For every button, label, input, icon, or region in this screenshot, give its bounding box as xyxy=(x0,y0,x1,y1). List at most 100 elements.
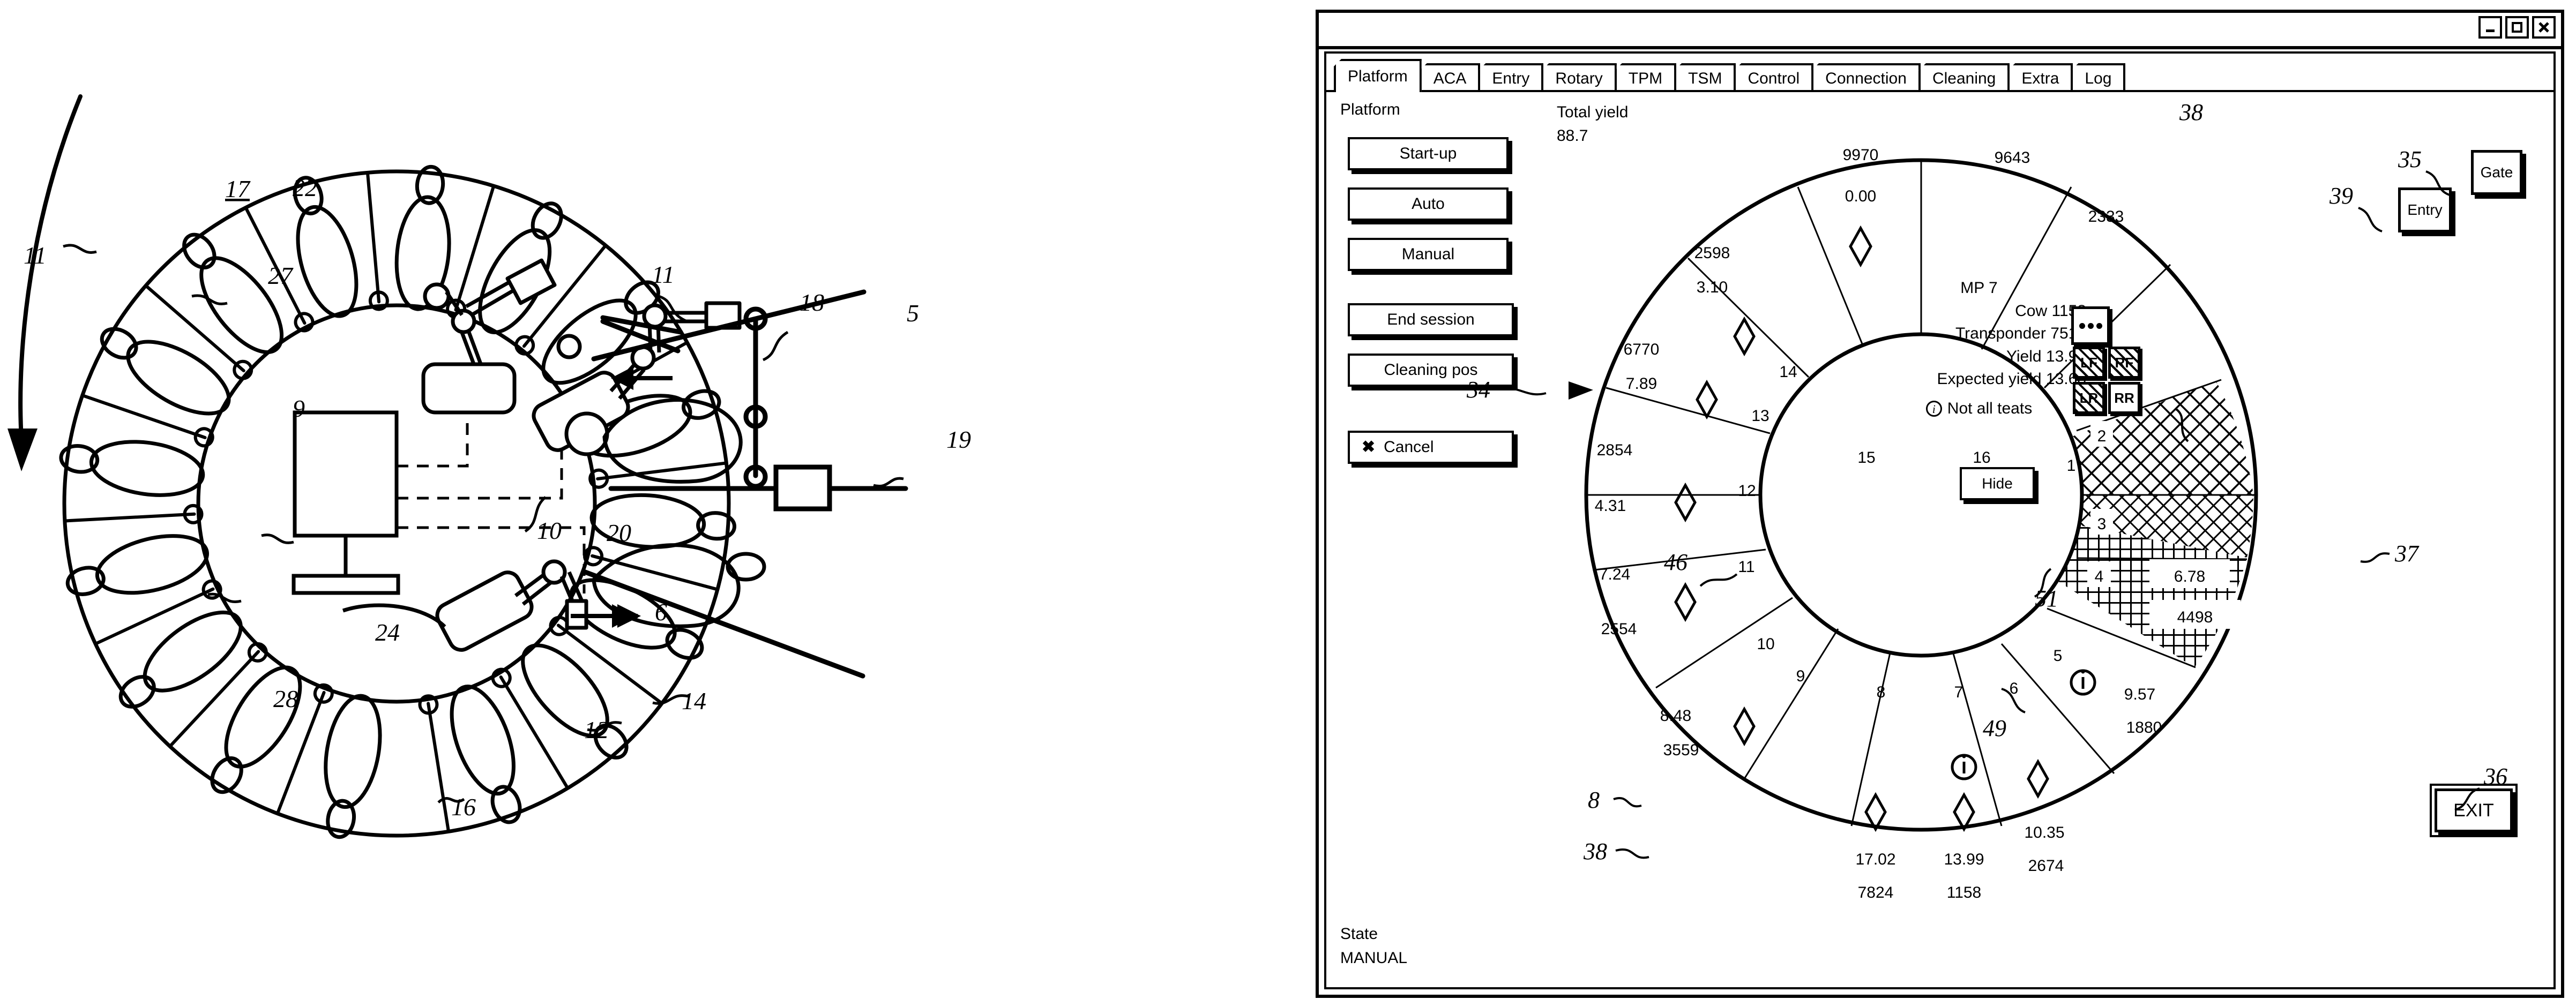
teat-status-grid: LF RF LR RR xyxy=(2071,306,2142,416)
tab-label: Extra xyxy=(2021,70,2059,87)
stall-donut-chart[interactable]: 9643 16 9970 0.00 15 2333 1 2 3 4 6.78 4… xyxy=(1530,88,2312,923)
yield-value: Yield 13.99 xyxy=(2006,347,2086,365)
segment-9-number: 9 xyxy=(1796,667,1805,685)
segment-10-id: 3559 xyxy=(1663,741,1699,759)
ref-39: 39 xyxy=(2329,183,2353,209)
expected-yield-value: Expected yield 13.68 xyxy=(1937,370,2086,388)
ref-37: 37 xyxy=(2394,540,2420,567)
tab-label: ACA xyxy=(1433,70,1467,87)
segment-5-info-icon xyxy=(2070,669,2096,696)
warning-row: i Not all teats xyxy=(1872,397,2086,420)
hide-button[interactable]: Hide xyxy=(1960,467,2035,500)
ref-28: 28 xyxy=(273,685,298,712)
teat-rf[interactable]: RF xyxy=(2108,347,2140,379)
button-label: Hide xyxy=(1982,475,2013,492)
segment-15-number: 15 xyxy=(1857,449,1875,467)
segment-11-yield: 7.24 xyxy=(1599,566,1630,583)
tab-label: Log xyxy=(2085,70,2112,87)
ref-9: 9 xyxy=(293,395,305,422)
teat-rr[interactable]: RR xyxy=(2108,382,2140,414)
end-session-button[interactable]: End session xyxy=(1348,303,1514,336)
segment-7-number: 7 xyxy=(1954,683,1963,701)
segment-3-number: 3 xyxy=(2097,515,2107,533)
ref-38-bottom: 38 xyxy=(1583,838,1607,865)
ref-20: 20 xyxy=(607,519,631,546)
minimize-icon[interactable] xyxy=(2478,16,2502,39)
ref-36: 36 xyxy=(2483,763,2507,790)
gate-button[interactable]: Gate xyxy=(2471,150,2522,195)
tab-label: Rotary xyxy=(1555,70,1603,87)
patent-figure-left: 11 17 22 9 27 24 28 20 11 18 5 19 10 6 1… xyxy=(0,0,1286,1007)
segment-7-id: 1158 xyxy=(1947,884,1982,901)
tab-aca[interactable]: ACA xyxy=(1419,63,1481,92)
close-icon[interactable] xyxy=(2532,16,2556,39)
segment-7-yield: 13.99 xyxy=(1944,851,1984,868)
segment-6-yield: 10.35 xyxy=(2024,824,2064,841)
ref-10: 10 xyxy=(537,517,562,544)
teat-lf[interactable]: LF xyxy=(2073,347,2105,379)
ref-24: 24 xyxy=(375,619,400,646)
button-label: Auto xyxy=(1412,195,1445,213)
ref-16: 16 xyxy=(451,793,476,821)
ref-49: 49 xyxy=(1983,715,2006,741)
segment-4-id: 4498 xyxy=(2177,608,2213,626)
teat-row-front: LF RF xyxy=(2071,345,2142,380)
segment-15-diamond-marker xyxy=(1849,225,1872,268)
ref-11-right: 11 xyxy=(652,261,675,288)
ref-22: 22 xyxy=(293,174,317,201)
ref-27: 27 xyxy=(268,262,294,289)
segment-5-id: 1880 xyxy=(2126,719,2162,737)
manual-button[interactable]: Manual xyxy=(1348,238,1509,271)
ref-11-left: 11 xyxy=(24,242,47,269)
startup-button[interactable]: Start-up xyxy=(1348,137,1509,170)
entry-button[interactable]: Entry xyxy=(2398,187,2452,232)
segment-12-diamond-marker xyxy=(1674,482,1697,523)
auto-button[interactable]: Auto xyxy=(1348,187,1509,221)
platform-control-panel: Platform Start-up Auto Manual End sessio… xyxy=(1340,101,1533,481)
segment-3-number-group: 3 xyxy=(2090,509,2113,535)
ref-5: 5 xyxy=(907,299,919,327)
segment-12-yield: 4.31 xyxy=(1595,497,1626,515)
state-value: MANUAL xyxy=(1340,949,1408,967)
segment-8-number: 8 xyxy=(1877,683,1886,701)
ref-14: 14 xyxy=(682,687,706,715)
ref-12: 12 xyxy=(584,716,609,743)
segment-15-id: 9970 xyxy=(1843,146,1879,164)
segment-6-diamond-marker xyxy=(2027,758,2049,799)
ref-18: 18 xyxy=(800,289,824,316)
application-window: Platform ACA Entry Rotary TPM TSM Contro… xyxy=(1316,10,2564,998)
segment-13b-diamond-marker xyxy=(1733,316,1756,357)
segment-15-yield: 0.00 xyxy=(1845,187,1876,205)
segment-2-number-group: 2 xyxy=(2090,421,2113,447)
cancel-button[interactable]: ✖ Cancel xyxy=(1348,431,1514,464)
teat-label: LF xyxy=(2080,354,2097,371)
segment-5-number: 5 xyxy=(2054,647,2063,665)
page-title: Platform xyxy=(1340,101,1400,118)
segment-12-id: 2854 xyxy=(1597,441,1633,459)
state-readout: State MANUAL xyxy=(1340,922,1407,970)
segment-1-id: 2333 xyxy=(2088,208,2124,226)
segment-4-yield: 6.78 xyxy=(2174,568,2205,585)
ref-8-chart: 8 xyxy=(1588,787,1600,813)
button-label: Manual xyxy=(1401,245,1455,263)
close-icon: ✖ xyxy=(1362,438,1376,456)
segment-10-number: 10 xyxy=(1757,635,1774,653)
transponder-id: Transponder 7516 xyxy=(1955,325,2086,343)
stall-mp-label: MP 7 xyxy=(1960,279,1998,297)
more-options-button[interactable] xyxy=(2071,306,2110,345)
segment-12-number: 12 xyxy=(1738,482,1756,500)
segment-1-number: 1 xyxy=(2067,457,2076,475)
segment-8-yield: 17.02 xyxy=(1855,851,1895,868)
ref-17: 17 xyxy=(225,175,251,202)
button-label: Gate xyxy=(2480,164,2513,181)
tab-platform[interactable]: Platform xyxy=(1334,59,1422,92)
segment-8-id: 7824 xyxy=(1858,884,1894,901)
exit-button[interactable]: EXIT xyxy=(2430,784,2518,837)
teat-lr[interactable]: LR xyxy=(2073,382,2105,414)
cleaning-pos-button[interactable]: Cleaning pos xyxy=(1348,354,1514,387)
teat-row-rear: LR RR xyxy=(2071,380,2142,416)
tab-label: Platform xyxy=(1348,67,1408,85)
warning-text: Not all teats xyxy=(1947,399,2033,417)
segment-11-diamond-marker xyxy=(1674,582,1697,622)
maximize-icon[interactable] xyxy=(2505,16,2529,39)
